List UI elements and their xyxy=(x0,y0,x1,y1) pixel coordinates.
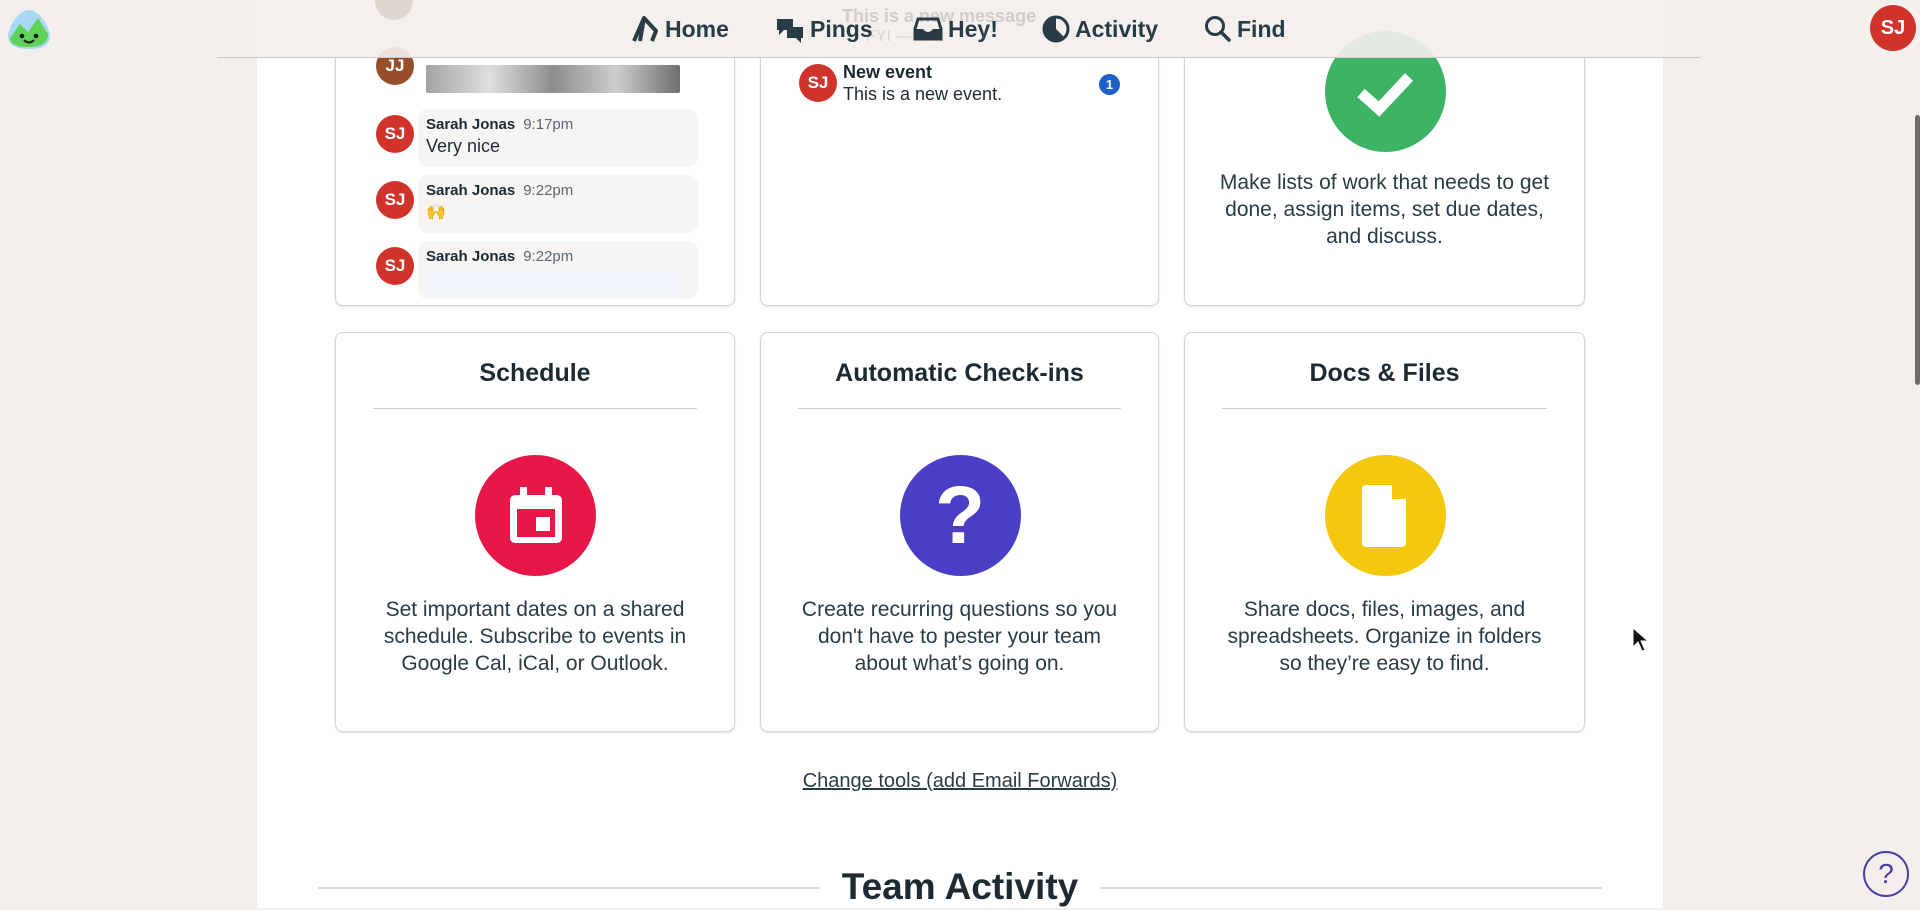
nav-label: Activity xyxy=(1075,15,1159,42)
card-description: Make lists of work that needs to get don… xyxy=(1219,171,1550,248)
user-avatar[interactable]: SJ xyxy=(1870,5,1916,51)
nav-home[interactable]: Home xyxy=(630,14,729,44)
message-time: 9:22pm xyxy=(523,182,574,199)
basecamp-logo-icon xyxy=(8,10,50,49)
search-icon xyxy=(1205,16,1231,42)
nav-hey[interactable]: Hey! xyxy=(913,14,998,44)
card-title: Docs & Files xyxy=(1309,359,1460,387)
header-divider xyxy=(217,57,1700,58)
top-navigation: This is a new message FYI — ... a Home P… xyxy=(0,0,1920,57)
basecamp-logo[interactable] xyxy=(6,8,52,50)
message-text: Very nice xyxy=(426,136,501,156)
message-board-item[interactable]: SJ New event This is a new event. 1 xyxy=(799,62,1129,110)
nav-label: Pings xyxy=(810,15,873,42)
message-attachment-preview xyxy=(426,271,680,295)
schedule-card[interactable]: Schedule Set important dates on a shared… xyxy=(335,332,735,732)
mouse-cursor-icon xyxy=(1632,627,1650,652)
docs-files-card[interactable]: Docs & Files Share docs, files, images, … xyxy=(1184,332,1585,732)
pings-icon xyxy=(777,19,803,43)
question-icon: ? xyxy=(1878,858,1894,889)
change-tools-link[interactable]: Change tools (add Email Forwards) xyxy=(0,770,1920,793)
divider xyxy=(1222,408,1547,409)
card-description: Create recurring questions so you don't … xyxy=(801,598,1118,675)
avatar: SJ xyxy=(376,247,414,285)
message-text: 🙌 xyxy=(426,204,446,221)
avatar: SJ xyxy=(799,64,837,102)
team-activity-section: Team Activity xyxy=(318,866,1602,910)
divider xyxy=(373,408,697,409)
message-item[interactable]: SJ Sarah Jonas 9:17pm Very nice xyxy=(376,109,698,167)
nav-label: Hey! xyxy=(948,15,998,42)
card-title: Schedule xyxy=(479,359,591,387)
message-item[interactable]: SJ Sarah Jonas 9:22pm 🙌 xyxy=(376,175,698,233)
nav-pings[interactable]: Pings xyxy=(775,14,873,44)
card-title: Automatic Check-ins xyxy=(835,359,1084,387)
faded-avatar xyxy=(375,0,413,20)
unread-badge: 1 xyxy=(1099,74,1120,95)
nav-label: Find xyxy=(1237,15,1286,42)
card-description: Share docs, files, images, and spreadshe… xyxy=(1227,598,1542,675)
message-time: 9:22pm xyxy=(523,248,574,265)
nav-activity[interactable]: Activity xyxy=(1042,14,1158,44)
team-activity-heading: Team Activity xyxy=(841,866,1079,907)
card-description: Set important dates on a shared schedule… xyxy=(383,598,687,675)
hey-inbox-icon xyxy=(913,17,943,41)
nav-label: Home xyxy=(665,15,729,42)
activity-icon xyxy=(1042,15,1070,43)
help-button[interactable]: ? xyxy=(1863,851,1909,897)
checkins-card[interactable]: Automatic Check-ins ? Create recurring q… xyxy=(760,332,1159,732)
message-time: 9:17pm xyxy=(523,116,574,133)
calendar-icon xyxy=(475,455,596,576)
message-author: Sarah Jonas 9:22pm xyxy=(426,182,574,199)
avatar: SJ xyxy=(376,181,414,219)
avatar: SJ xyxy=(376,115,414,153)
message-item[interactable]: SJ Sarah Jonas 9:22pm xyxy=(376,241,698,299)
nav-find[interactable]: Find xyxy=(1204,14,1286,44)
divider xyxy=(798,408,1121,409)
document-icon xyxy=(1324,455,1446,576)
message-author: Sarah Jonas 9:17pm xyxy=(426,116,574,133)
item-title: New event xyxy=(843,62,933,82)
scrollbar-thumb[interactable] xyxy=(1915,115,1920,385)
home-icon xyxy=(632,16,658,42)
message-author: Sarah Jonas 9:22pm xyxy=(426,248,574,265)
image-attachment[interactable] xyxy=(426,65,680,93)
question-icon: ? xyxy=(899,455,1021,576)
item-text: This is a new event. xyxy=(843,84,1003,104)
